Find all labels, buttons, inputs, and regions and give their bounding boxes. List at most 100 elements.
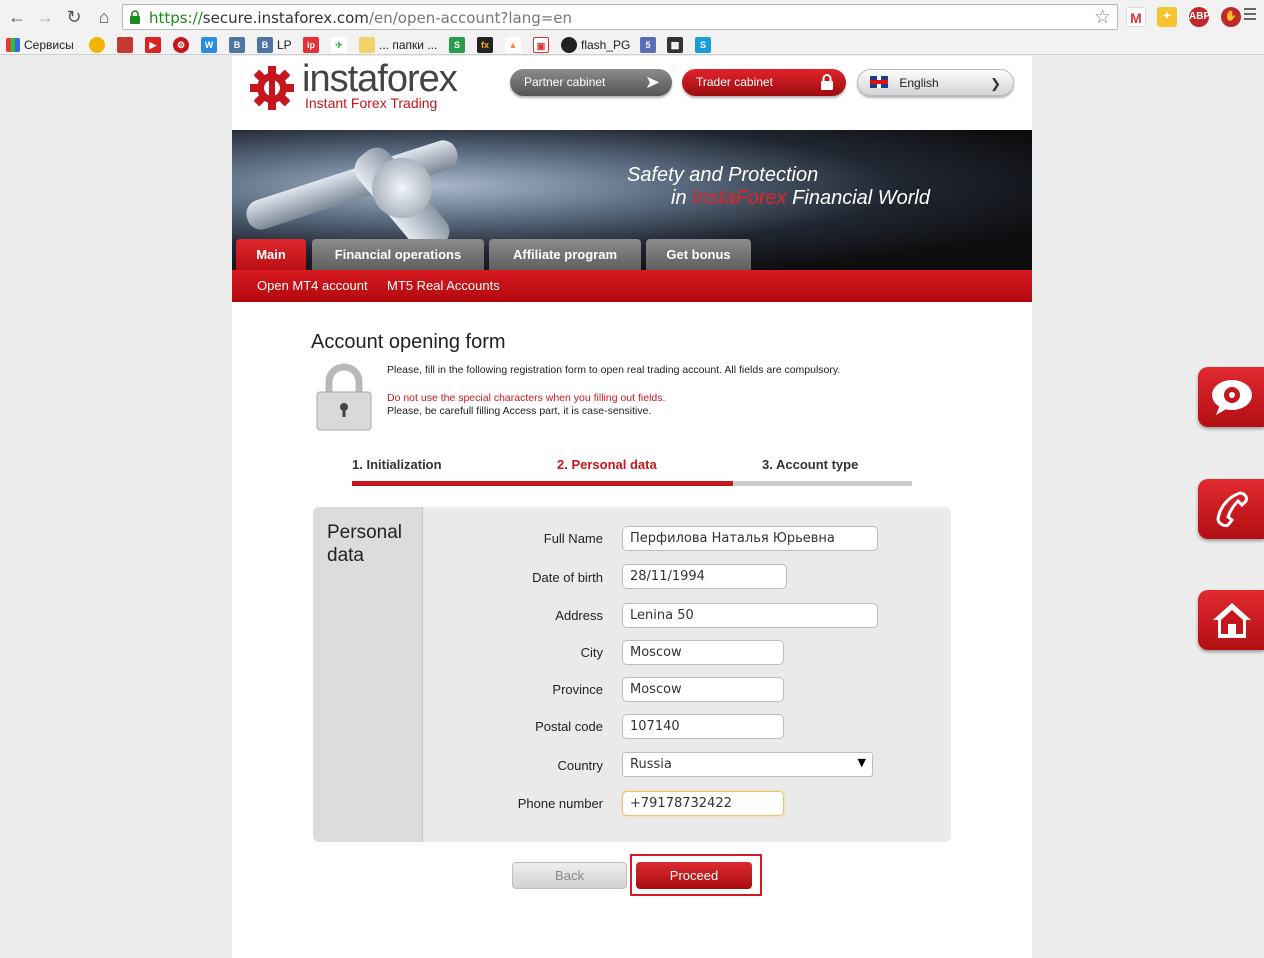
bookmark-2[interactable] — [117, 36, 137, 53]
address-bar[interactable]: https://secure.instaforex.com/en/open-ac… — [122, 4, 1118, 30]
postal-code-label: Postal code — [535, 719, 603, 734]
back-button[interactable]: Back — [512, 862, 627, 889]
url-host: secure.instaforex.com — [202, 9, 369, 27]
chat-button[interactable] — [1198, 367, 1264, 427]
bookmark-instaforex[interactable]: ⚙ — [173, 36, 193, 53]
proceed-button[interactable]: Proceed — [636, 862, 752, 889]
bookmark-apps[interactable]: Сервисы — [6, 36, 74, 53]
s-icon: S — [449, 36, 465, 53]
bookmark-cart[interactable]: ▣ — [533, 36, 553, 53]
folder-icon — [359, 36, 375, 53]
bookmark-film[interactable]: ▩ — [667, 36, 687, 53]
bookmark-w[interactable]: W — [201, 36, 221, 53]
bookmark-vk-lp[interactable]: В LP — [257, 36, 292, 53]
language-label: English — [899, 76, 939, 90]
bookmark-vk1[interactable]: В — [229, 36, 249, 53]
bookmark-fox[interactable]: ▲ — [505, 36, 525, 53]
dob-label: Date of birth — [532, 570, 603, 585]
full-name-label: Full Name — [543, 531, 603, 546]
tab-get-bonus[interactable]: Get bonus — [646, 239, 751, 270]
bookmark-folder[interactable]: ... папки ... — [359, 36, 437, 53]
dob-field[interactable]: 28/11/1994 — [622, 564, 787, 589]
circle-icon — [89, 36, 105, 53]
vk-icon: В — [229, 36, 245, 53]
postal-code-field[interactable]: 107140 — [622, 714, 784, 739]
address-field[interactable]: Lenina 50 — [622, 603, 878, 628]
arrow-right-icon: ➤ — [644, 72, 660, 92]
bookmark-5[interactable]: 5 — [640, 36, 660, 53]
tab-affiliate-program[interactable]: Affiliate program — [489, 239, 641, 270]
reload-icon[interactable]: ↻ — [63, 6, 85, 28]
bookmark-ip[interactable]: ip — [303, 36, 323, 53]
progress-bar — [352, 481, 912, 486]
full-name-field[interactable]: Перфилова Наталья Юрьевна — [622, 526, 878, 551]
url-scheme: https:// — [149, 9, 203, 27]
plane-icon: ✈ — [331, 36, 347, 53]
chevron-down-icon: ❯ — [990, 76, 1001, 91]
bookmark-github-label: flash_PG — [581, 37, 631, 52]
chrome-menu-icon[interactable] — [1244, 8, 1256, 23]
page-content: instaforex Instant Forex Trading Partner… — [232, 56, 1032, 958]
subnav-open-mt4[interactable]: Open MT4 account — [257, 278, 368, 293]
youtube-icon: ▶ — [145, 36, 161, 53]
form-intro: Please, fill in the following registrati… — [387, 364, 841, 376]
gear-icon: ⚙ — [173, 36, 189, 53]
banner-line-1: Safety and Protection — [627, 164, 819, 186]
tab-financial-operations[interactable]: Financial operations — [312, 239, 484, 270]
gmail-icon[interactable]: M — [1126, 7, 1146, 27]
phone-icon — [1216, 491, 1248, 527]
secure-lock-icon — [130, 10, 140, 24]
film-icon: ▩ — [667, 36, 683, 53]
bookmark-1[interactable] — [89, 36, 109, 53]
bookmark-apps-label: Сервисы — [24, 37, 74, 52]
sub-navigation: Open MT4 account MT5 Real Accounts — [232, 270, 1032, 302]
banner-brand: InstaForex — [692, 187, 787, 209]
call-button[interactable] — [1198, 479, 1264, 539]
vk-icon: В — [257, 36, 273, 53]
bookmark-github[interactable]: flash_PG — [561, 36, 630, 53]
country-value: Russia — [630, 757, 672, 772]
city-field[interactable]: Moscow — [622, 640, 784, 665]
trader-cabinet-button[interactable]: Trader cabinet — [682, 69, 846, 96]
form-note: Please, be carefull filling Access part,… — [387, 405, 652, 417]
apps-grid-icon — [6, 37, 20, 52]
stop-icon[interactable]: ✋ — [1221, 7, 1241, 27]
partner-cabinet-label: Partner cabinet — [524, 75, 606, 89]
home-icon[interactable]: ⌂ — [93, 6, 115, 28]
bookmarks-bar: Сервисы ▶ ⚙ W В В LP ip ✈ ... папки ... … — [0, 34, 1264, 55]
bookmark-youtube[interactable]: ▶ — [145, 36, 165, 53]
page-title: Account opening form — [311, 331, 506, 353]
bookmark-fx[interactable]: fx — [477, 36, 497, 53]
back-arrow-icon[interactable]: ← — [6, 6, 28, 28]
bookmark-s[interactable]: S — [449, 36, 469, 53]
tab-main[interactable]: Main — [236, 239, 306, 270]
chat-bubble-icon — [1212, 380, 1252, 415]
skype-icon: S — [695, 36, 711, 53]
instaforex-logo-icon[interactable] — [248, 64, 296, 112]
ip-icon: ip — [303, 36, 319, 53]
bookmark-red-icon — [117, 36, 133, 53]
bookmark-plane[interactable]: ✈ — [331, 36, 351, 53]
house-icon — [1213, 603, 1251, 638]
forward-arrow-icon[interactable]: → — [34, 6, 56, 28]
province-field[interactable]: Moscow — [622, 677, 784, 702]
country-select[interactable]: Russia ▼ — [622, 752, 873, 777]
url-path: /en/open-account?lang=en — [368, 9, 573, 27]
country-label: Country — [557, 758, 603, 773]
logo-subtitle: Instant Forex Trading — [305, 95, 438, 111]
language-select[interactable]: English ❯ — [857, 69, 1014, 96]
bookmark-skype[interactable]: S — [695, 36, 715, 53]
phone-field[interactable]: +79178732422 — [622, 791, 784, 816]
province-label: Province — [552, 682, 603, 697]
vault-hub-image — [372, 158, 432, 218]
home-page-button[interactable] — [1198, 590, 1264, 650]
bookmark-star-icon[interactable]: ☆ — [1094, 6, 1111, 29]
bookmark-folder-label: ... папки ... — [379, 37, 438, 52]
adblock-icon[interactable]: ABP — [1189, 7, 1210, 27]
five-icon: 5 — [640, 36, 656, 53]
subnav-mt5-real[interactable]: MT5 Real Accounts — [387, 278, 500, 293]
fx-icon: fx — [477, 36, 493, 53]
notes-icon[interactable]: ✦ — [1157, 7, 1177, 27]
cart-icon: ▣ — [533, 36, 549, 53]
partner-cabinet-button[interactable]: Partner cabinet ➤ — [510, 69, 672, 96]
